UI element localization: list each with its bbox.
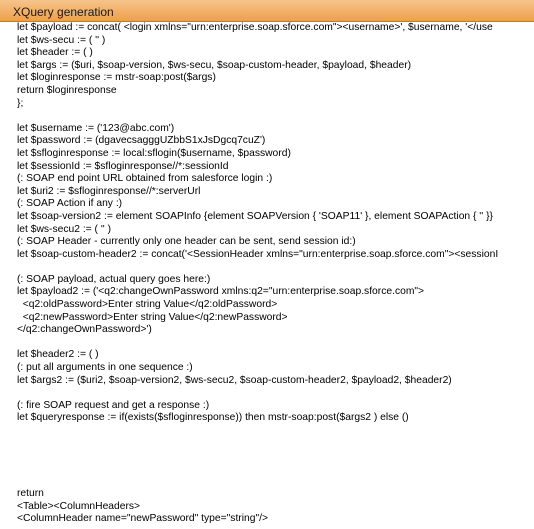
code-line[interactable] — [17, 387, 534, 400]
code-line[interactable]: (: SOAP Action if any :) — [17, 198, 534, 211]
code-line[interactable]: <q2:newPassword>Enter string Value</q2:n… — [17, 312, 534, 325]
code-line[interactable]: let $loginresponse := mstr-soap:post($ar… — [17, 72, 534, 85]
code-line[interactable] — [17, 463, 534, 476]
code-line[interactable]: (: SOAP payload, actual query goes here:… — [17, 274, 534, 287]
code-line[interactable]: <q2:oldPassword>Enter string Value</q2:o… — [17, 299, 534, 312]
code-line[interactable]: (: fire SOAP request and get a response … — [17, 400, 534, 413]
code-line[interactable]: let $password := (dgavecsagggUZbbS1xJsDg… — [17, 135, 534, 148]
code-line[interactable]: let $ws-secu := ( '' ) — [17, 35, 534, 48]
code-line[interactable]: let $payload2 := ('<q2:changeOwnPassword… — [17, 286, 534, 299]
code-line[interactable]: <ColumnHeader name="newPassword" type="s… — [17, 513, 534, 526]
code-line[interactable]: let $queryresponse := if(exists($sflogin… — [17, 412, 534, 425]
window-title: XQuery generation — [13, 5, 114, 19]
code-line[interactable]: let $sessionId := $sfloginresponse//*:se… — [17, 161, 534, 174]
code-line[interactable]: let $payload := concat( <login xmlns="ur… — [17, 22, 534, 35]
code-line[interactable]: return $loginresponse — [17, 85, 534, 98]
code-line[interactable]: <Table><ColumnHeaders> — [17, 501, 534, 514]
code-line[interactable]: let $username := ('123@abc.com') — [17, 123, 534, 136]
code-line[interactable]: let $soap-custom-header2 := concat('<Ses… — [17, 249, 534, 262]
code-line[interactable] — [17, 337, 534, 350]
code-line[interactable] — [17, 110, 534, 123]
code-line[interactable] — [17, 450, 534, 463]
code-line[interactable]: (: SOAP Header - currently only one head… — [17, 236, 534, 249]
code-line[interactable] — [17, 425, 534, 438]
code-line[interactable]: }; — [17, 98, 534, 111]
code-line[interactable]: let $soap-version2 := element SOAPInfo {… — [17, 211, 534, 224]
code-text[interactable]: let $payload := concat( <login xmlns="ur… — [17, 22, 534, 526]
code-line[interactable]: let $args2 := ($uri2, $soap-version2, $w… — [17, 375, 534, 388]
code-line[interactable]: </q2:changeOwnPassword>') — [17, 324, 534, 337]
code-line[interactable]: let $header2 := ( ) — [17, 349, 534, 362]
code-line[interactable] — [17, 261, 534, 274]
code-line[interactable]: let $ws-secu2 := ( '' ) — [17, 224, 534, 237]
code-line[interactable]: return — [17, 488, 534, 501]
code-line[interactable]: (: put all arguments in one sequence :) — [17, 362, 534, 375]
code-editor[interactable]: let $payload := concat( <login xmlns="ur… — [17, 22, 534, 529]
code-line[interactable]: let $args := ($uri, $soap-version, $ws-s… — [17, 60, 534, 73]
code-line[interactable]: (: SOAP end point URL obtained from sale… — [17, 173, 534, 186]
code-line[interactable]: let $uri2 := $sfloginresponse//*:serverU… — [17, 186, 534, 199]
window-titlebar[interactable]: XQuery generation — [0, 0, 534, 22]
code-line[interactable] — [17, 475, 534, 488]
code-line[interactable]: let $sfloginresponse := local:sflogin($u… — [17, 148, 534, 161]
code-line[interactable]: let $header := ( ) — [17, 47, 534, 60]
xquery-generation-window: XQuery generation let $payload := concat… — [0, 0, 534, 529]
code-line[interactable] — [17, 438, 534, 451]
